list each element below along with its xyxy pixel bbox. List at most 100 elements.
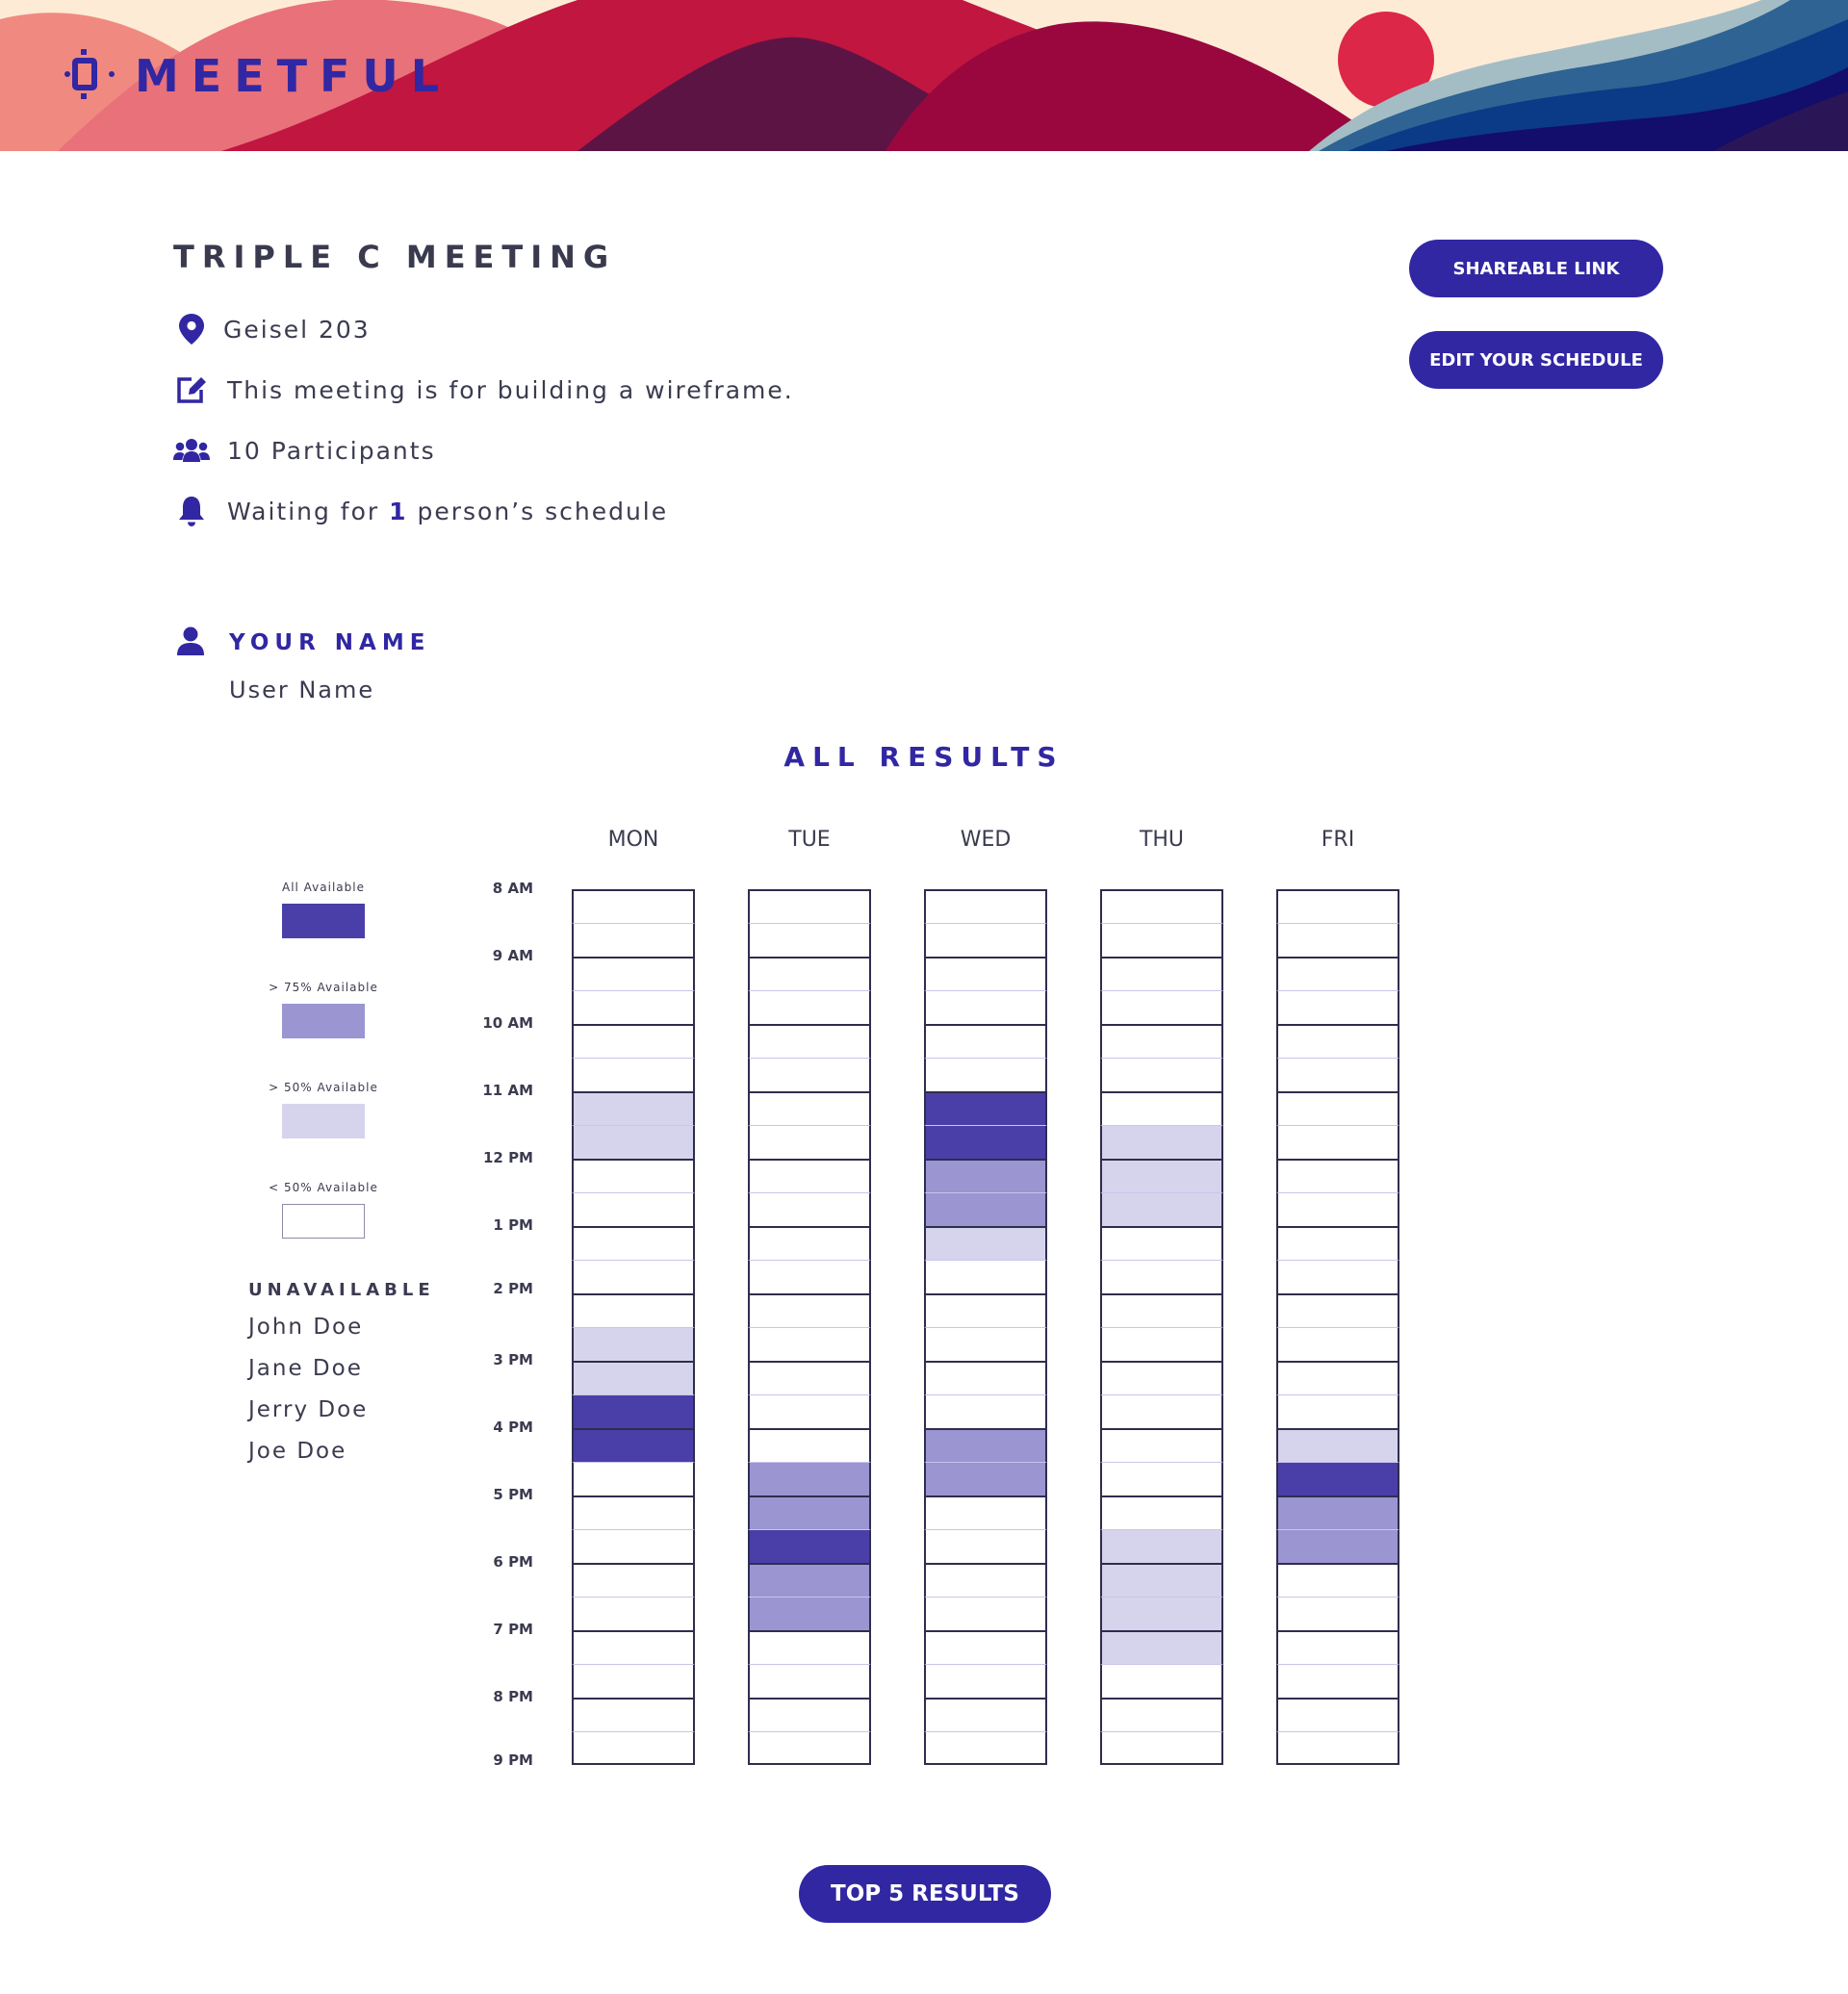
time-slot[interactable] bbox=[924, 1462, 1047, 1496]
time-slot[interactable] bbox=[1100, 990, 1223, 1024]
time-slot[interactable] bbox=[572, 1293, 695, 1327]
time-slot[interactable] bbox=[1100, 1125, 1223, 1159]
time-slot[interactable] bbox=[924, 1192, 1047, 1226]
time-slot[interactable] bbox=[1276, 923, 1399, 957]
time-slot[interactable] bbox=[924, 990, 1047, 1024]
time-slot[interactable] bbox=[748, 1731, 871, 1765]
time-slot[interactable] bbox=[1276, 1327, 1399, 1361]
time-slot[interactable] bbox=[924, 1327, 1047, 1361]
time-slot[interactable] bbox=[1276, 1260, 1399, 1293]
time-slot[interactable] bbox=[748, 923, 871, 957]
time-slot[interactable] bbox=[1276, 1496, 1399, 1529]
time-slot[interactable] bbox=[748, 1563, 871, 1597]
time-slot[interactable] bbox=[924, 1293, 1047, 1327]
time-slot[interactable] bbox=[1100, 1260, 1223, 1293]
time-slot[interactable] bbox=[572, 889, 695, 923]
time-slot[interactable] bbox=[748, 1260, 871, 1293]
time-slot[interactable] bbox=[924, 1428, 1047, 1462]
time-slot[interactable] bbox=[1100, 923, 1223, 957]
time-slot[interactable] bbox=[924, 1731, 1047, 1765]
time-slot[interactable] bbox=[924, 1058, 1047, 1091]
time-slot[interactable] bbox=[1276, 1091, 1399, 1125]
time-slot[interactable] bbox=[572, 1698, 695, 1731]
time-slot[interactable] bbox=[1100, 1664, 1223, 1698]
time-slot[interactable] bbox=[572, 1091, 695, 1125]
time-slot[interactable] bbox=[748, 1293, 871, 1327]
time-slot[interactable] bbox=[748, 1361, 871, 1394]
time-slot[interactable] bbox=[1276, 1125, 1399, 1159]
time-slot[interactable] bbox=[748, 1496, 871, 1529]
time-slot[interactable] bbox=[1100, 1529, 1223, 1563]
time-slot[interactable] bbox=[1100, 1394, 1223, 1428]
time-slot[interactable] bbox=[1100, 1563, 1223, 1597]
time-slot[interactable] bbox=[1100, 1293, 1223, 1327]
time-slot[interactable] bbox=[572, 1226, 695, 1260]
time-slot[interactable] bbox=[1276, 1159, 1399, 1192]
time-slot[interactable] bbox=[572, 1192, 695, 1226]
time-slot[interactable] bbox=[748, 1462, 871, 1496]
time-slot[interactable] bbox=[572, 1462, 695, 1496]
time-slot[interactable] bbox=[1276, 1226, 1399, 1260]
time-slot[interactable] bbox=[748, 1024, 871, 1058]
time-slot[interactable] bbox=[1100, 1226, 1223, 1260]
time-slot[interactable] bbox=[748, 1664, 871, 1698]
time-slot[interactable] bbox=[572, 957, 695, 990]
app-logo[interactable]: MEETFUL bbox=[62, 48, 451, 104]
time-slot[interactable] bbox=[1276, 1731, 1399, 1765]
time-slot[interactable] bbox=[924, 1260, 1047, 1293]
time-slot[interactable] bbox=[1100, 1731, 1223, 1765]
time-slot[interactable] bbox=[924, 1563, 1047, 1597]
time-slot[interactable] bbox=[1276, 990, 1399, 1024]
time-slot[interactable] bbox=[748, 1428, 871, 1462]
time-slot[interactable] bbox=[924, 1361, 1047, 1394]
time-slot[interactable] bbox=[1276, 1630, 1399, 1664]
time-slot[interactable] bbox=[748, 1091, 871, 1125]
time-slot[interactable] bbox=[1100, 889, 1223, 923]
time-slot[interactable] bbox=[1276, 1192, 1399, 1226]
time-slot[interactable] bbox=[572, 1597, 695, 1630]
time-slot[interactable] bbox=[1276, 1529, 1399, 1563]
time-slot[interactable] bbox=[1276, 889, 1399, 923]
time-slot[interactable] bbox=[924, 1226, 1047, 1260]
time-slot[interactable] bbox=[1276, 1462, 1399, 1496]
time-slot[interactable] bbox=[1100, 1597, 1223, 1630]
time-slot[interactable] bbox=[924, 1394, 1047, 1428]
time-slot[interactable] bbox=[924, 1529, 1047, 1563]
time-slot[interactable] bbox=[748, 1226, 871, 1260]
time-slot[interactable] bbox=[572, 1159, 695, 1192]
top-5-results-button[interactable]: TOP 5 RESULTS bbox=[799, 1865, 1051, 1923]
time-slot[interactable] bbox=[1100, 1058, 1223, 1091]
time-slot[interactable] bbox=[572, 1125, 695, 1159]
time-slot[interactable] bbox=[1276, 1058, 1399, 1091]
time-slot[interactable] bbox=[924, 1630, 1047, 1664]
time-slot[interactable] bbox=[572, 1496, 695, 1529]
time-slot[interactable] bbox=[1100, 1327, 1223, 1361]
time-slot[interactable] bbox=[1276, 1361, 1399, 1394]
time-slot[interactable] bbox=[1100, 1091, 1223, 1125]
time-slot[interactable] bbox=[748, 990, 871, 1024]
time-slot[interactable] bbox=[572, 1529, 695, 1563]
time-slot[interactable] bbox=[924, 1698, 1047, 1731]
time-slot[interactable] bbox=[748, 1394, 871, 1428]
time-slot[interactable] bbox=[924, 1091, 1047, 1125]
time-slot[interactable] bbox=[748, 1698, 871, 1731]
time-slot[interactable] bbox=[572, 1428, 695, 1462]
time-slot[interactable] bbox=[1100, 1496, 1223, 1529]
time-slot[interactable] bbox=[1276, 1428, 1399, 1462]
time-slot[interactable] bbox=[924, 889, 1047, 923]
time-slot[interactable] bbox=[748, 1125, 871, 1159]
time-slot[interactable] bbox=[748, 1327, 871, 1361]
time-slot[interactable] bbox=[924, 1159, 1047, 1192]
time-slot[interactable] bbox=[572, 1394, 695, 1428]
time-slot[interactable] bbox=[1276, 1394, 1399, 1428]
time-slot[interactable] bbox=[1276, 1293, 1399, 1327]
time-slot[interactable] bbox=[1276, 957, 1399, 990]
time-slot[interactable] bbox=[572, 1260, 695, 1293]
time-slot[interactable] bbox=[748, 1597, 871, 1630]
time-slot[interactable] bbox=[1276, 1698, 1399, 1731]
time-slot[interactable] bbox=[1276, 1563, 1399, 1597]
time-slot[interactable] bbox=[572, 1630, 695, 1664]
time-slot[interactable] bbox=[1100, 1698, 1223, 1731]
time-slot[interactable] bbox=[572, 1024, 695, 1058]
time-slot[interactable] bbox=[572, 1664, 695, 1698]
